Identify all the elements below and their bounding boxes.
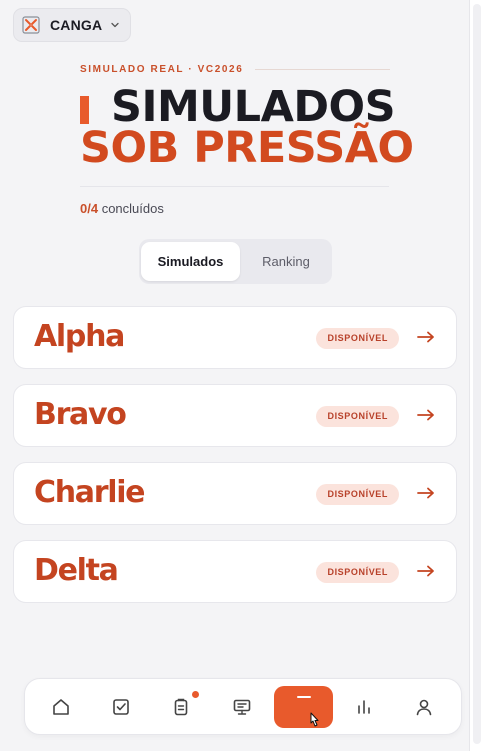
workspace-switcher[interactable]: CANGA xyxy=(13,8,131,42)
progress-summary: 0/4 concluídos xyxy=(80,201,164,216)
status-badge: DISPONÍVEL xyxy=(316,328,399,349)
bottom-nav xyxy=(24,678,462,735)
page-scrollbar[interactable] xyxy=(469,0,484,751)
monitor-icon[interactable] xyxy=(232,697,252,717)
status-badge: DISPONÍVEL xyxy=(316,562,399,583)
page-title: SIMULADOS SOB PRESSÃO xyxy=(80,86,414,170)
tab-simulados[interactable]: Simulados xyxy=(141,242,240,281)
title-accent-bar xyxy=(80,96,89,124)
bar-chart-icon[interactable] xyxy=(354,697,374,717)
chevron-down-icon xyxy=(111,22,119,28)
simulado-name: Bravo xyxy=(34,397,127,432)
title-line-2: SOB PRESSÃO xyxy=(80,123,414,173)
center-action-button[interactable] xyxy=(274,686,333,728)
scrollbar-thumb[interactable] xyxy=(473,4,481,744)
home-icon[interactable] xyxy=(51,697,71,717)
simulado-card-alpha[interactable]: Alpha DISPONÍVEL xyxy=(13,306,457,369)
workspace-name: CANGA xyxy=(50,17,103,33)
progress-count: 0/4 xyxy=(80,201,99,216)
status-badge: DISPONÍVEL xyxy=(316,406,399,427)
notification-dot xyxy=(192,691,199,698)
simulado-card-delta[interactable]: Delta DISPONÍVEL xyxy=(13,540,457,603)
segmented-tabs: Simulados Ranking xyxy=(139,239,332,284)
simulado-name: Charlie xyxy=(34,475,146,510)
eyebrow-label: SIMULADO REAL · VC2026 xyxy=(80,64,244,75)
simulado-name: Alpha xyxy=(34,319,125,354)
arrow-right-icon xyxy=(417,565,434,577)
workspace-logo-icon xyxy=(22,16,40,34)
simulado-card-charlie[interactable]: Charlie DISPONÍVEL xyxy=(13,462,457,525)
status-badge: DISPONÍVEL xyxy=(316,484,399,505)
arrow-right-icon xyxy=(417,409,434,421)
header-divider xyxy=(80,186,389,187)
simulado-card-bravo[interactable]: Bravo DISPONÍVEL xyxy=(13,384,457,447)
user-icon[interactable] xyxy=(414,697,434,717)
arrow-right-icon xyxy=(417,487,434,499)
center-button-mark-icon xyxy=(297,696,311,698)
tab-ranking[interactable]: Ranking xyxy=(242,242,330,281)
title-line-1: SIMULADOS xyxy=(111,82,396,132)
eyebrow-row: SIMULADO REAL · VC2026 xyxy=(80,64,390,75)
arrow-right-icon xyxy=(417,331,434,343)
eyebrow-divider xyxy=(255,69,390,70)
cursor-pointer-icon xyxy=(310,712,319,727)
clipboard-icon[interactable] xyxy=(171,697,191,717)
simulado-name: Delta xyxy=(34,553,119,588)
progress-label: concluídos xyxy=(101,201,164,216)
checkbox-icon[interactable] xyxy=(111,697,131,717)
